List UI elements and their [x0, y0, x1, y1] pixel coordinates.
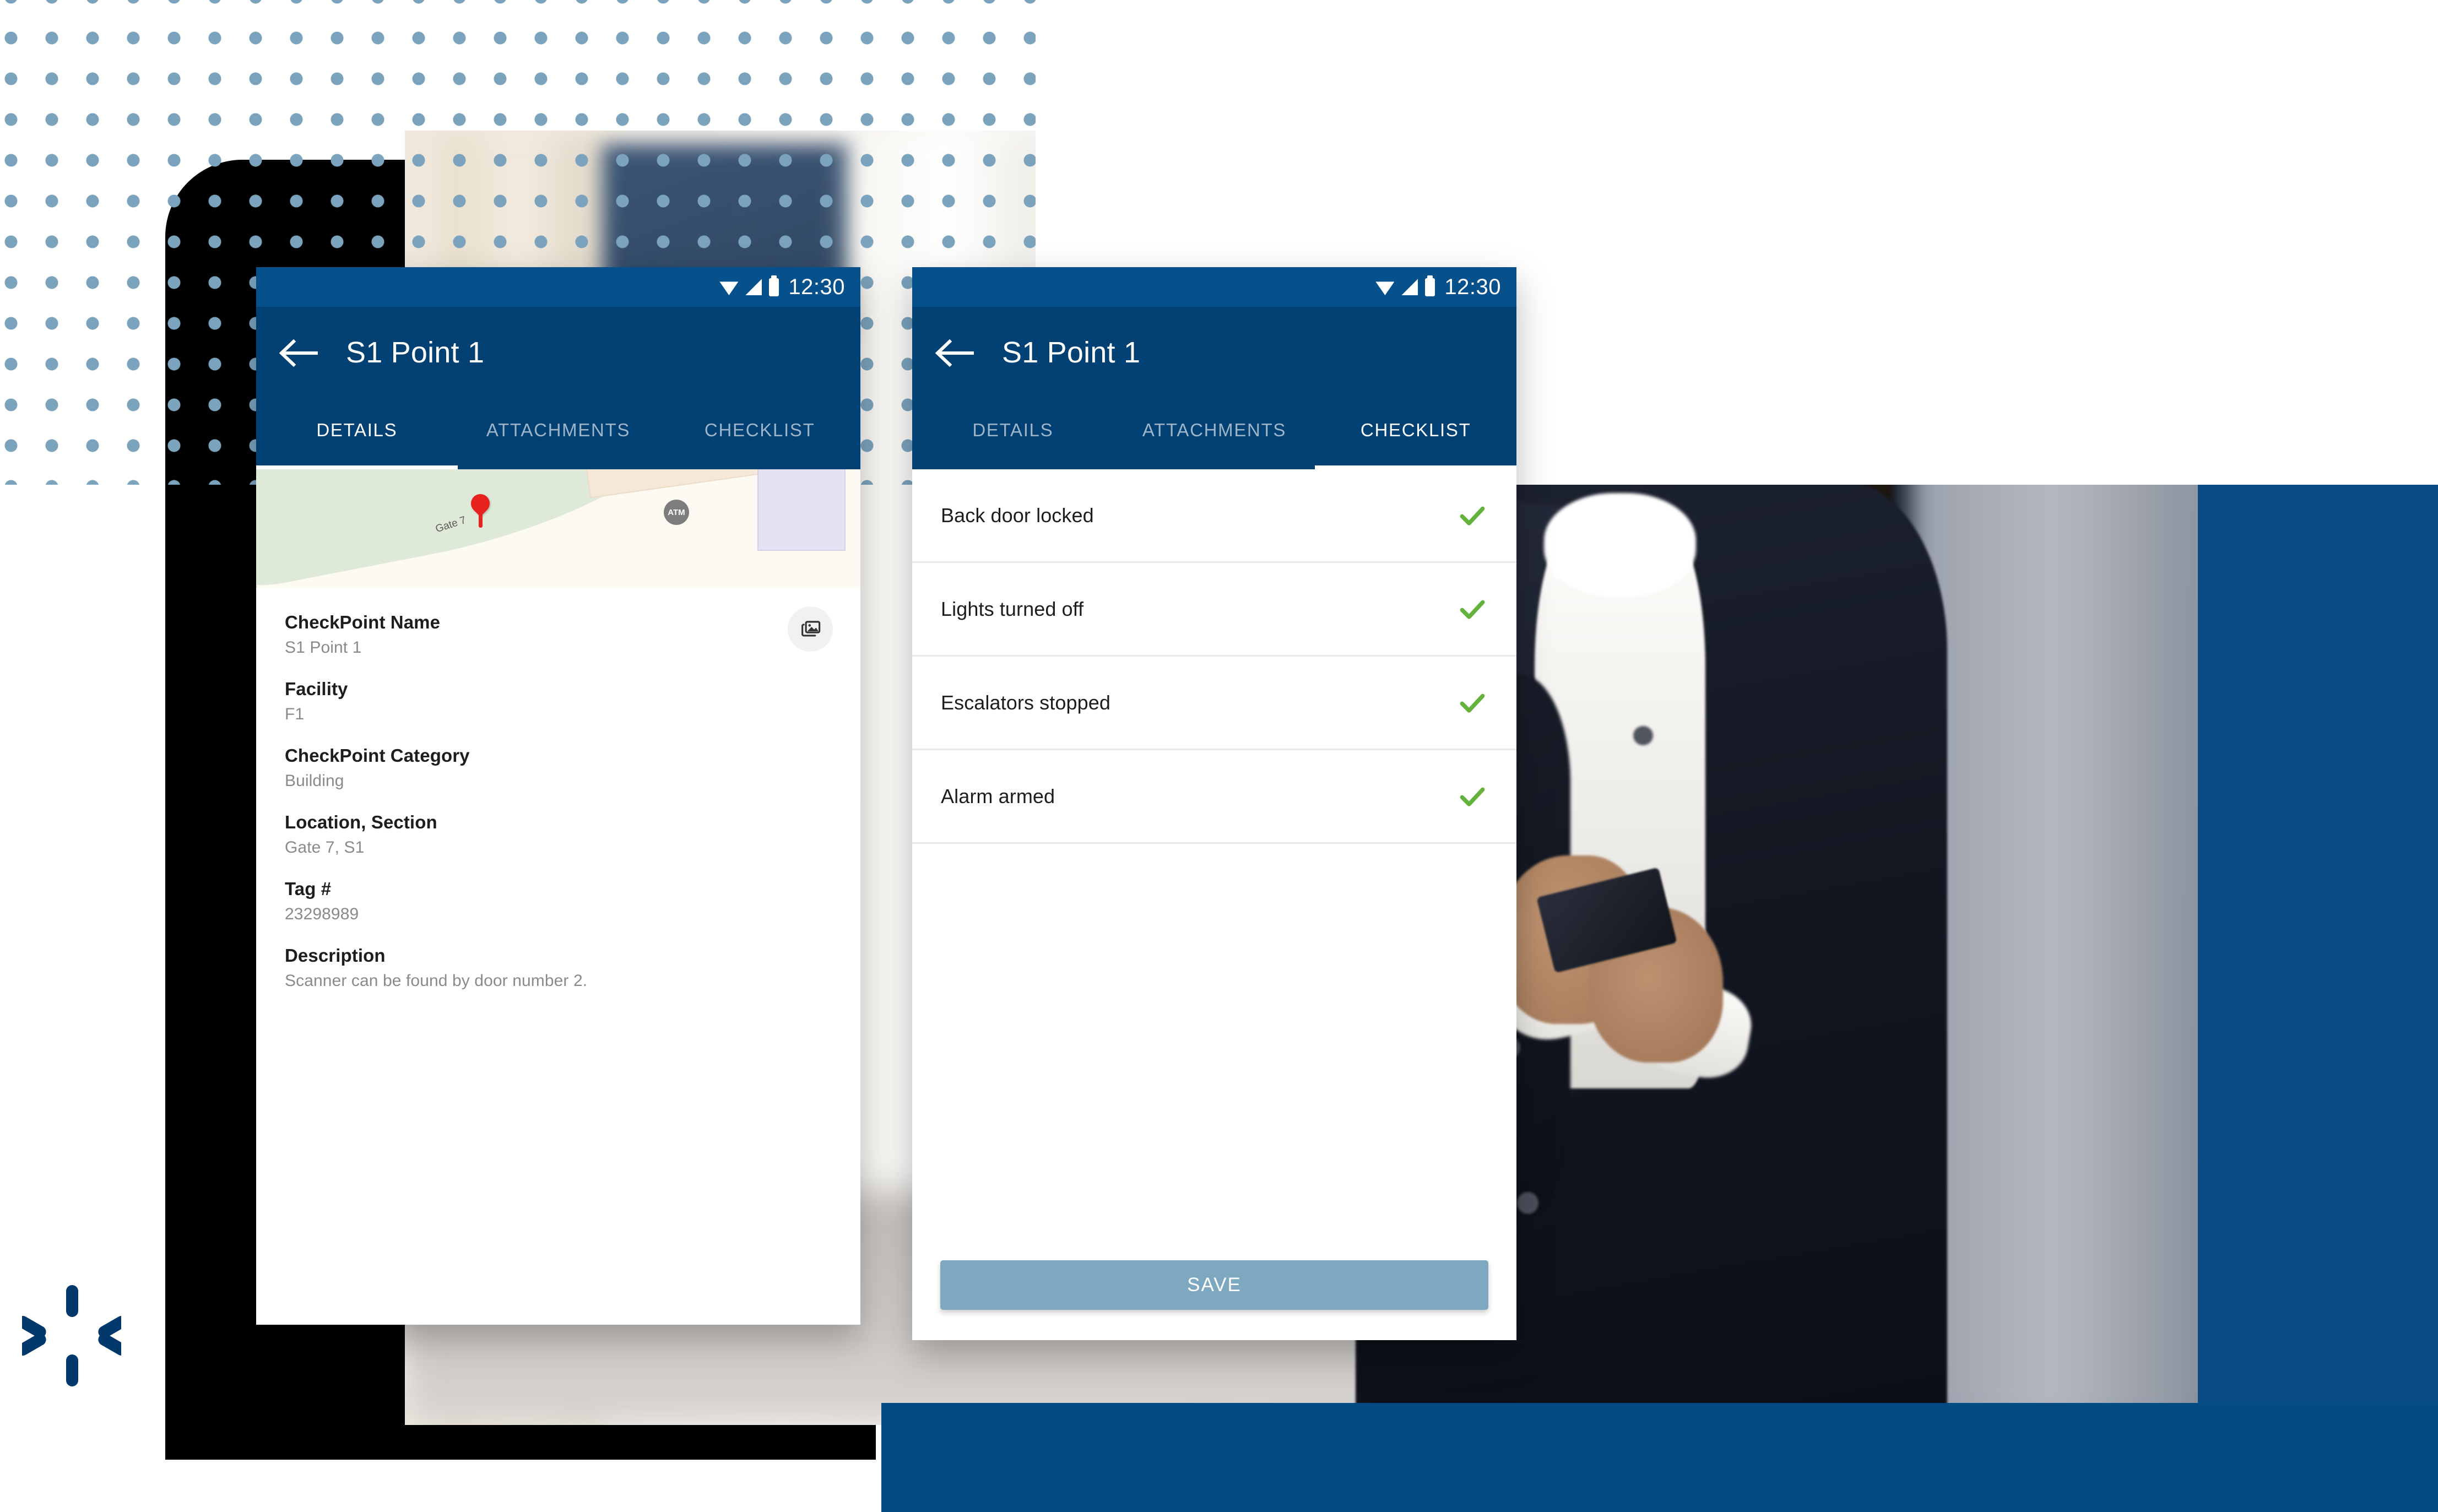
field-value: S1 Point 1 [285, 638, 362, 657]
tab-bar: DETAILS ATTACHMENTS CHECKLIST [912, 414, 1516, 469]
battery-icon [1425, 275, 1435, 296]
checklist-item-label: Escalators stopped [941, 691, 1110, 714]
field-checkpoint-category: CheckPoint Category Building [285, 745, 832, 790]
field-label: CheckPoint Name [285, 612, 441, 632]
field-facility: Facility F1 [285, 679, 832, 724]
checklist-panel: Back door locked Lights turned off Escal… [912, 469, 1516, 1340]
field-checkpoint-name: CheckPoint Name S1 Point 1 [285, 612, 832, 657]
blue-accent-bar-bottom [881, 1403, 2438, 1512]
field-tag-number: Tag # 23298989 [285, 879, 832, 924]
check-icon[interactable] [1457, 687, 1488, 718]
page-root: 12:30 S1 Point 1 DETAILS ATTACHMENTS CHE… [0, 0, 2438, 1512]
checklist-row[interactable]: Escalators stopped [912, 657, 1516, 750]
checklist-item-label: Lights turned off [941, 597, 1084, 620]
field-location-section: Location, Section Gate 7, S1 [285, 812, 832, 857]
tab-details[interactable]: DETAILS [912, 414, 1114, 469]
walmart-spark-logo [17, 1281, 128, 1391]
app-bar: S1 Point 1 [912, 307, 1516, 414]
app-bar: S1 Point 1 [256, 307, 860, 414]
status-bar-clock: 12:30 [788, 275, 845, 299]
field-value: F1 [285, 704, 305, 723]
checklist-row[interactable]: Lights turned off [912, 563, 1516, 657]
photo-library-icon[interactable] [788, 606, 833, 652]
map-preview[interactable]: Ticket Sales Gate 7 Aisle 25 andise ulde… [256, 469, 860, 588]
checkpoint-details-panel: CheckPoint Name S1 Point 1 Facility F1 C… [256, 588, 860, 1325]
check-icon[interactable] [1457, 781, 1488, 812]
signal-icon [745, 279, 762, 295]
checklist-item-label: Alarm armed [941, 784, 1055, 808]
back-arrow-icon[interactable] [934, 338, 974, 368]
save-bar: SAVE [912, 1230, 1516, 1340]
status-bar: 12:30 [912, 267, 1516, 307]
tab-checklist[interactable]: CHECKLIST [659, 414, 860, 469]
save-button[interactable]: SAVE [940, 1260, 1488, 1310]
back-arrow-icon[interactable] [278, 338, 318, 368]
wifi-icon [719, 281, 739, 295]
phone-screen-checklist: 12:30 S1 Point 1 DETAILS ATTACHMENTS CHE… [912, 267, 1516, 1340]
tab-attachments[interactable]: ATTACHMENTS [1114, 414, 1315, 469]
checklist-row[interactable]: Alarm armed [912, 750, 1516, 844]
tab-details[interactable]: DETAILS [256, 414, 458, 469]
tab-attachments[interactable]: ATTACHMENTS [458, 414, 659, 469]
tab-bar: DETAILS ATTACHMENTS CHECKLIST [256, 414, 860, 469]
signal-icon [1401, 279, 1418, 295]
field-label: Location, Section [285, 811, 437, 832]
status-bar-clock: 12:30 [1444, 275, 1501, 299]
field-value: Building [285, 771, 344, 790]
map-label-ticket-sales: Ticket Sales [642, 469, 698, 472]
field-value: Scanner can be found by door number 2. [285, 971, 588, 990]
check-icon[interactable] [1457, 500, 1488, 531]
field-label: Description [285, 945, 386, 966]
field-label: CheckPoint Category [285, 745, 470, 766]
location-pin-stem [479, 509, 483, 528]
battery-icon [769, 275, 779, 296]
tab-active-indicator [256, 465, 458, 469]
page-title: S1 Point 1 [1002, 336, 1141, 369]
field-description: Description Scanner can be found by door… [285, 945, 832, 990]
map-pin-atm: ATM [664, 500, 689, 525]
checklist-row[interactable]: Back door locked [912, 469, 1516, 563]
field-value: Gate 7, S1 [285, 838, 365, 857]
wifi-icon [1375, 281, 1395, 295]
checklist-item-label: Back door locked [941, 503, 1094, 527]
field-label: Tag # [285, 878, 332, 899]
tab-active-indicator [1315, 465, 1516, 469]
page-title: S1 Point 1 [346, 336, 485, 369]
phone-screen-details: 12:30 S1 Point 1 DETAILS ATTACHMENTS CHE… [256, 267, 860, 1325]
check-icon[interactable] [1457, 594, 1488, 625]
field-label: Facility [285, 678, 348, 699]
tab-checklist[interactable]: CHECKLIST [1315, 414, 1516, 469]
field-value: 23298989 [285, 904, 359, 923]
status-bar: 12:30 [256, 267, 860, 307]
